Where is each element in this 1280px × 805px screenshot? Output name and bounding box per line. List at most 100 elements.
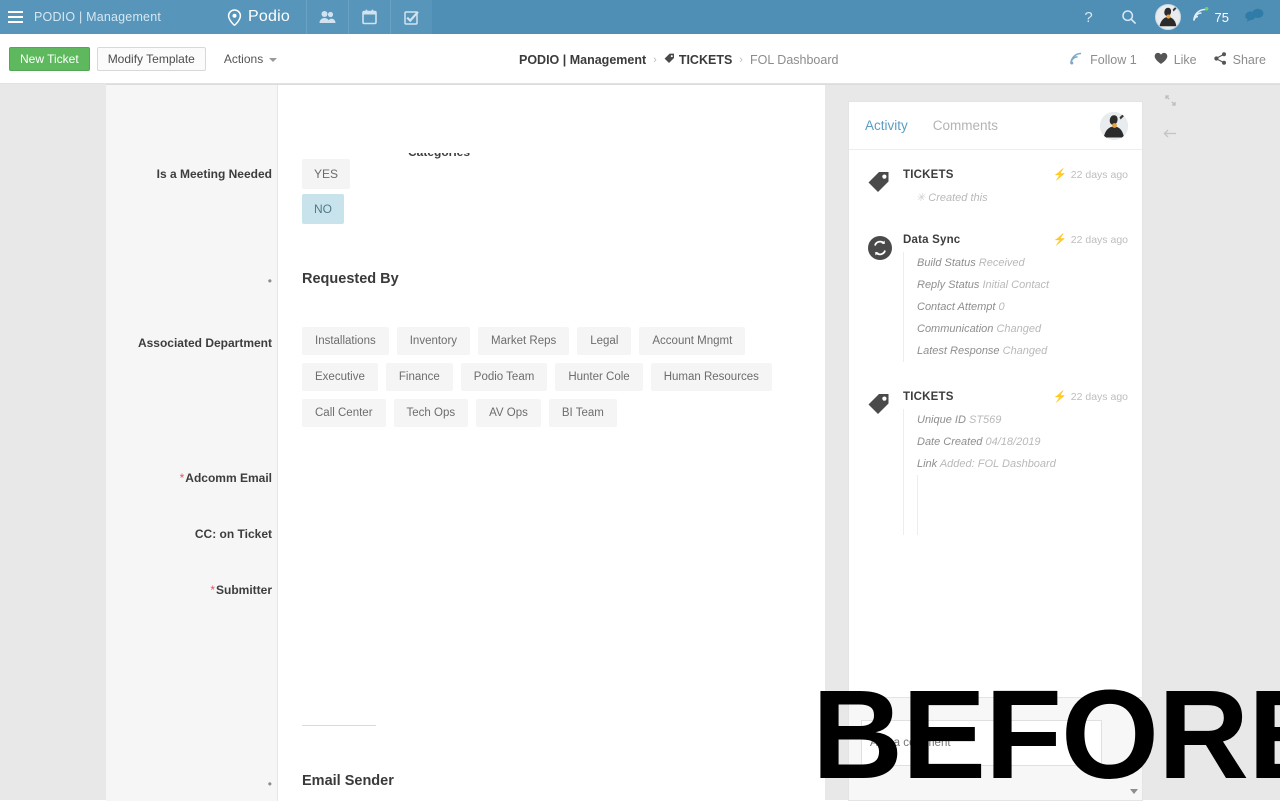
entry-line: Build Status Received xyxy=(917,252,1128,274)
breadcrumb-app[interactable]: PODIO | Management xyxy=(519,53,646,67)
new-ticket-button[interactable]: New Ticket xyxy=(9,46,90,71)
tasks-icon[interactable] xyxy=(389,0,432,34)
workspace-nav-group: PODIO | Management xyxy=(0,0,212,34)
entry-line-value: Added: FOL Dashboard xyxy=(939,458,1056,470)
entry-time-label: 22 days ago xyxy=(1070,390,1128,403)
follow-button[interactable]: Follow 1 xyxy=(1070,52,1137,68)
department-tag[interactable]: Legal xyxy=(577,327,632,355)
activity-signal-icon xyxy=(1192,7,1210,27)
hamburger-menu-icon[interactable] xyxy=(8,11,23,23)
breadcrumb-current: FOL Dashboard xyxy=(749,53,839,67)
activity-tabs: Activity Comments xyxy=(849,102,1142,150)
field-label-submitter: *Submitter xyxy=(112,583,272,597)
question-mark-icon[interactable]: ? xyxy=(1069,0,1109,34)
activity-entries: TICKETS ⚡ 22 days ago ✳ Created this Dat… xyxy=(849,150,1142,535)
activity-avatar[interactable] xyxy=(1100,112,1128,140)
entry-title[interactable]: Data Sync xyxy=(903,234,960,246)
department-tag[interactable]: Human Resources xyxy=(650,363,772,391)
modify-template-button[interactable]: Modify Template xyxy=(96,46,206,71)
entry-line-key: Date Created xyxy=(917,436,983,448)
tab-comments[interactable]: Comments xyxy=(933,118,998,133)
sparkle-icon: ✳ xyxy=(916,192,926,204)
podio-brand-text: Podio xyxy=(248,8,290,25)
bullet-marker-email-sender: • xyxy=(267,777,272,791)
search-icon[interactable] xyxy=(1109,0,1149,34)
department-tag[interactable]: Inventory xyxy=(396,327,471,355)
department-tag[interactable]: AV Ops xyxy=(476,399,541,427)
actions-dropdown[interactable]: Actions xyxy=(218,47,283,71)
department-tag[interactable]: Hunter Cole xyxy=(555,363,643,391)
entry-line-key: Communication xyxy=(917,323,994,335)
entry-line-key: Unique ID xyxy=(917,414,966,426)
department-tag[interactable]: Tech Ops xyxy=(393,399,469,427)
podio-logo[interactable]: Podio xyxy=(212,0,306,34)
entry-line-value: ST569 xyxy=(968,414,1002,426)
department-tag[interactable]: Account Mngmt xyxy=(639,327,746,355)
categories-field-title-clipped: Categories xyxy=(408,153,608,169)
page-body: Categories Is a Meeting Needed YES NO • … xyxy=(0,84,1280,801)
submitter-label-text: Submitter xyxy=(215,583,272,597)
sync-icon xyxy=(867,235,893,261)
department-tag[interactable]: Call Center xyxy=(302,399,386,427)
lightning-icon: ⚡ xyxy=(1053,169,1067,181)
option-no[interactable]: NO xyxy=(302,194,344,224)
department-tag[interactable]: Finance xyxy=(385,363,453,391)
entry-title[interactable]: TICKETS xyxy=(903,391,954,403)
entry-line-value: Created this xyxy=(928,192,988,204)
calendar-icon[interactable] xyxy=(347,0,390,34)
share-label: Share xyxy=(1232,53,1266,67)
comment-composer xyxy=(848,698,1143,801)
department-tag[interactable]: Market Reps xyxy=(478,327,570,355)
like-label: Like xyxy=(1173,53,1197,67)
entry-time-label: 22 days ago xyxy=(1070,233,1128,246)
entry-title[interactable]: TICKETS xyxy=(903,169,954,181)
breadcrumb: PODIO | Management › TICKETS › FOL Dashb… xyxy=(519,53,838,67)
tab-activity[interactable]: Activity xyxy=(865,118,908,133)
workspace-name[interactable]: PODIO | Management xyxy=(34,10,161,24)
comment-input[interactable] xyxy=(861,720,1102,766)
like-button[interactable]: Like xyxy=(1154,52,1197,68)
activity-entry: TICKETS ⚡ 22 days ago ✳ Created this xyxy=(863,168,1128,209)
top-navigation-bar: PODIO | Management Podio ? 75 xyxy=(0,0,1280,34)
entry-detail-lines: ✳ Created this xyxy=(903,187,1128,209)
entry-line: Link Added: FOL Dashboard xyxy=(917,453,1128,475)
follow-label: Follow 1 xyxy=(1090,53,1137,67)
share-button[interactable]: Share xyxy=(1213,52,1266,68)
top-nav-right-group: ? 75 xyxy=(1069,0,1280,34)
entry-line: Latest Response Changed xyxy=(917,340,1128,362)
avatar[interactable] xyxy=(1154,4,1181,30)
lightning-icon: ⚡ xyxy=(1053,234,1067,246)
expand-icon[interactable] xyxy=(1164,93,1176,111)
requested-by-title: Requested By xyxy=(302,271,399,287)
scroll-down-caret-icon[interactable] xyxy=(1130,789,1138,794)
activity-side-panel: Activity Comments TICKETS ⚡ 22 days ago … xyxy=(825,84,1280,801)
avatar-image xyxy=(1155,5,1180,29)
entry-stem xyxy=(917,475,1128,535)
entry-timestamp: ⚡ 22 days ago xyxy=(1053,233,1128,247)
avatar-image xyxy=(1100,112,1128,140)
activity-signal-group[interactable]: 75 xyxy=(1187,7,1235,27)
required-asterisk: * xyxy=(179,471,185,485)
field-label-associated-department: Associated Department xyxy=(137,336,272,350)
share-icon xyxy=(1213,52,1227,68)
option-yes[interactable]: YES xyxy=(302,159,351,189)
department-tag[interactable]: Executive xyxy=(302,363,378,391)
department-tag[interactable]: Installations xyxy=(302,327,389,355)
collapse-left-arrow-icon[interactable] xyxy=(1163,125,1177,143)
entry-line: Date Created 04/18/2019 xyxy=(917,431,1128,453)
field-label-adcomm-email: *Adcomm Email xyxy=(112,471,272,485)
chat-bubbles-icon[interactable] xyxy=(1235,8,1270,27)
categories-label: Categories xyxy=(408,153,608,159)
left-gutter xyxy=(0,84,106,800)
department-tag[interactable]: Podio Team xyxy=(460,363,548,391)
heart-icon xyxy=(1154,52,1168,68)
entry-line-value: Changed xyxy=(1002,345,1048,357)
item-form-panel: Categories Is a Meeting Needed YES NO • … xyxy=(106,84,825,801)
panel-tool-group xyxy=(1155,93,1185,143)
activity-entry: Data Sync ⚡ 22 days ago Build Status Rec… xyxy=(863,233,1128,362)
entry-line: ✳ Created this xyxy=(916,187,1128,209)
podio-mark-icon xyxy=(226,8,243,26)
department-tag[interactable]: BI Team xyxy=(548,399,617,427)
people-icon[interactable] xyxy=(305,0,348,34)
breadcrumb-item[interactable]: TICKETS xyxy=(664,53,732,67)
